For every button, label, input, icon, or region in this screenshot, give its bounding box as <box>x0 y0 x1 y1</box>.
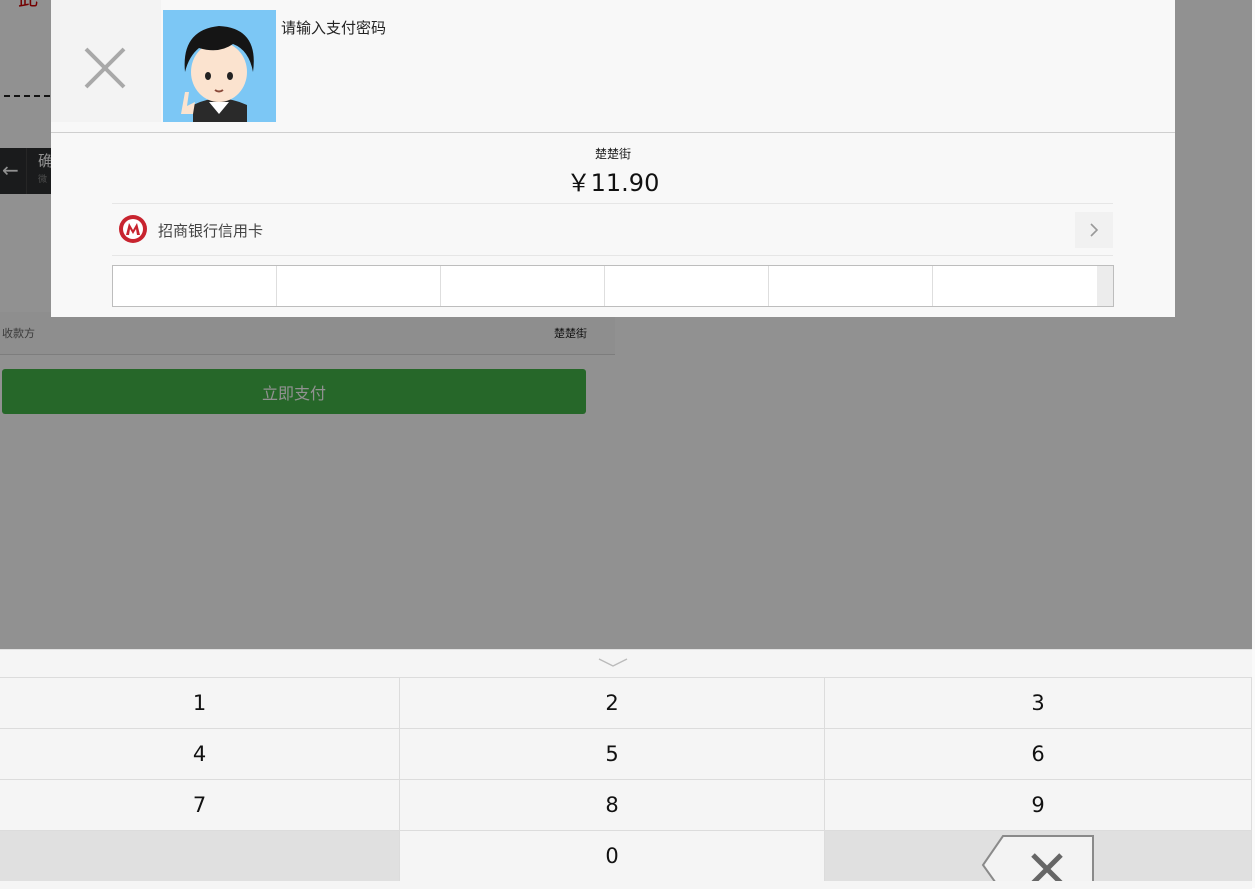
password-dialog: 请输入支付密码 楚楚街 ￥11.90 招商银行信用卡 <box>51 0 1175 317</box>
password-digit-cell <box>277 266 441 306</box>
key-3[interactable]: 3 <box>825 677 1252 728</box>
avatar <box>163 10 276 122</box>
key-4[interactable]: 4 <box>0 728 400 779</box>
avatar-cartoon-boy-icon <box>163 10 276 122</box>
keypad-grid: 1 2 3 4 5 6 7 8 9 0 <box>0 677 1252 881</box>
payment-amount: ￥11.90 <box>566 169 660 197</box>
close-button[interactable] <box>51 0 161 122</box>
cmb-bank-logo-icon <box>119 215 147 243</box>
password-prompt: 请输入支付密码 <box>281 19 387 37</box>
keypad-collapse-button[interactable] <box>0 650 1252 677</box>
password-input-box[interactable] <box>112 265 1114 307</box>
chevron-down-icon <box>598 658 628 667</box>
key-8[interactable]: 8 <box>400 779 825 830</box>
bank-card-name: 招商银行信用卡 <box>158 222 264 240</box>
payment-method-row[interactable]: 招商银行信用卡 <box>112 203 1113 256</box>
dialog-separator <box>51 132 1175 133</box>
chevron-right-icon <box>1090 223 1099 237</box>
password-digit-cell <box>769 266 933 306</box>
password-digit-cell <box>113 266 277 306</box>
password-digit-cell <box>441 266 605 306</box>
merchant-name: 楚楚街 <box>594 147 631 161</box>
password-digit-cell <box>933 266 1097 306</box>
change-card-button[interactable] <box>1075 212 1113 248</box>
key-2[interactable]: 2 <box>400 677 825 728</box>
key-6[interactable]: 6 <box>825 728 1252 779</box>
key-0[interactable]: 0 <box>400 830 825 881</box>
delete-key[interactable] <box>825 830 1252 881</box>
numeric-keypad: 1 2 3 4 5 6 7 8 9 0 <box>0 649 1252 889</box>
close-icon <box>84 47 126 89</box>
backspace-icon <box>981 835 1094 881</box>
key-1[interactable]: 1 <box>0 677 400 728</box>
key-9[interactable]: 9 <box>825 779 1252 830</box>
key-7[interactable]: 7 <box>0 779 400 830</box>
key-blank <box>0 830 400 881</box>
key-5[interactable]: 5 <box>400 728 825 779</box>
password-digit-cell <box>605 266 769 306</box>
